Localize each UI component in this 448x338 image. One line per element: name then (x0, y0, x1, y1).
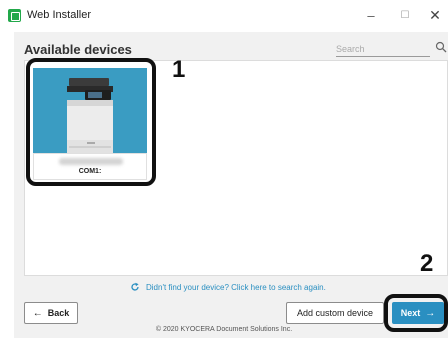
add-custom-device-button[interactable]: Add custom device (286, 302, 384, 324)
arrow-left-icon: ← (32, 307, 43, 319)
copyright-footer: © 2020 KYOCERA Document Solutions Inc. (155, 326, 293, 333)
next-button[interactable]: Next → (392, 302, 444, 324)
callout-number-2: 2 (420, 250, 434, 277)
callout-number-1: 1 (172, 56, 186, 83)
device-caption[interactable]: COM1: (33, 153, 147, 180)
device-port: COM1: (78, 168, 102, 175)
search-icon[interactable] (435, 41, 447, 53)
arrow-right-icon: → (425, 307, 436, 319)
add-custom-device-label: Add custom device (296, 308, 374, 318)
app-icon (8, 9, 21, 22)
device-name-blurred (59, 158, 123, 165)
title-bar: Web Installer – ☐ ✕ (0, 0, 448, 30)
minimize-button[interactable]: – (354, 0, 388, 30)
search-again-link[interactable]: Didn't find your device? Click here to s… (130, 280, 354, 294)
next-button-label: Next (400, 308, 421, 318)
back-button[interactable]: ← Back (24, 302, 78, 324)
back-button-label: Back (47, 308, 70, 318)
search-input[interactable] (336, 41, 430, 57)
search-box (336, 41, 448, 57)
search-again-text[interactable]: Didn't find your device? Click here to s… (146, 283, 326, 292)
maximize-button[interactable]: ☐ (388, 0, 422, 30)
window-title: Web Installer (27, 9, 91, 21)
refresh-icon (131, 282, 139, 291)
page-title: Available devices (24, 42, 132, 57)
close-button[interactable]: ✕ (422, 0, 448, 30)
